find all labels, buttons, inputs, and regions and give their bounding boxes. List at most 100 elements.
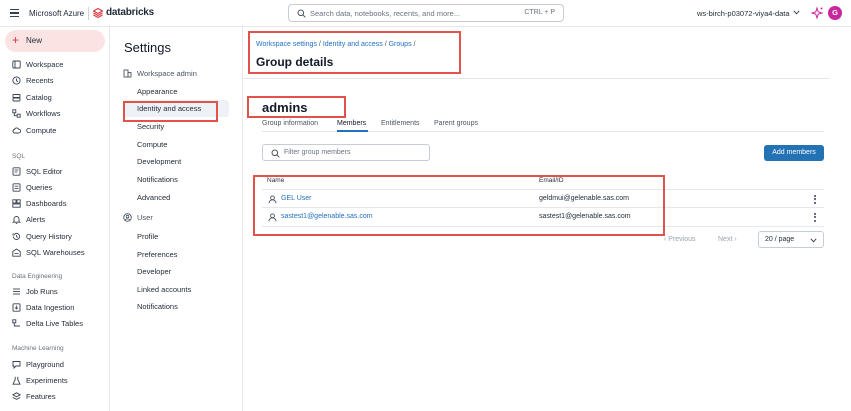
column-header-email[interactable]: Email/ID: [539, 177, 564, 184]
databricks-wordmark[interactable]: databricks: [106, 7, 154, 18]
nav-label: Playground: [26, 359, 64, 369]
tab-members[interactable]: Members: [337, 120, 366, 127]
nav-label: Workspace: [26, 59, 64, 69]
settings-development[interactable]: Development: [137, 157, 181, 166]
nav-label: Experiments: [26, 375, 68, 385]
nav-section-sql: SQL: [12, 153, 26, 160]
settings-linked-accounts[interactable]: Linked accounts: [137, 285, 191, 294]
pipeline-icon: [12, 319, 20, 327]
workspace-switcher[interactable]: ws-birch-p03072-viya4-data: [697, 9, 790, 18]
header-divider: [243, 78, 830, 79]
tab-parent-groups[interactable]: Parent groups: [434, 120, 478, 127]
row-actions-kebab-icon[interactable]: [813, 195, 817, 205]
nav-label: Data Ingestion: [26, 302, 75, 312]
page-size-select[interactable]: 20 / page: [758, 231, 824, 248]
row-actions-kebab-icon[interactable]: [813, 213, 817, 223]
chevron-down-icon[interactable]: [793, 10, 800, 15]
breadcrumb-separator: /: [318, 41, 321, 48]
databricks-logo-icon: [93, 8, 103, 18]
settings-developer[interactable]: Developer: [137, 267, 171, 276]
workflows-icon: [12, 109, 21, 118]
filter-placeholder: Filter group members: [284, 149, 351, 156]
search-placeholder: Search data, notebooks, recents, and mor…: [310, 9, 461, 18]
tab-group-information[interactable]: Group information: [262, 120, 318, 127]
bell-icon: [12, 216, 21, 224]
playground-icon: [12, 361, 21, 369]
pager-previous-label: Previous: [668, 236, 696, 243]
microsoft-azure-label: Microsoft Azure: [29, 9, 85, 18]
nav-label: Dashboards: [26, 198, 67, 208]
tab-entitlements[interactable]: Entitlements: [381, 120, 420, 127]
member-email: sastest1@gelenable.sas.com: [539, 213, 631, 220]
nav-label: SQL Editor: [26, 166, 63, 176]
queries-icon: [12, 183, 21, 192]
pager-next-button[interactable]: Next ›: [718, 236, 737, 243]
job-runs-icon: [13, 288, 20, 295]
column-header-name[interactable]: Name: [267, 177, 284, 184]
plus-icon: +: [12, 33, 20, 47]
settings-security[interactable]: Security: [137, 122, 164, 131]
menu-icon[interactable]: [10, 9, 19, 17]
folder-icon: [12, 60, 21, 69]
pager-previous-button[interactable]: ‹ Previous: [664, 236, 696, 243]
nav-label: Delta Live Tables: [26, 318, 83, 328]
settings-user-notifications[interactable]: Notifications: [137, 302, 178, 311]
settings-title: Settings: [124, 40, 171, 55]
nav-label: Catalog: [26, 92, 52, 102]
workspace-admin-label: Workspace admin: [137, 69, 197, 78]
user-icon: [268, 213, 277, 222]
member-name: GEL User: [281, 195, 312, 202]
settings-identity-and-access[interactable]: Identity and access: [137, 104, 201, 113]
nav-label: Query History: [26, 231, 72, 241]
settings-notifications[interactable]: Notifications: [137, 175, 178, 184]
assistant-sparkle-icon[interactable]: [810, 6, 824, 20]
breadcrumb-separator: /: [413, 41, 416, 48]
sql-editor-icon: [12, 167, 21, 176]
nav-label: SQL Warehouses: [26, 247, 85, 257]
user-avatar[interactable]: G: [828, 6, 842, 20]
nav-label: Workflows: [26, 108, 61, 118]
top-bar: Microsoft Azure databricks Search data, …: [0, 0, 851, 27]
nav-label: Queries: [26, 182, 53, 192]
settings-profile[interactable]: Profile: [137, 232, 158, 241]
active-tab-indicator: [337, 130, 368, 132]
user-label: User: [137, 213, 153, 222]
breadcrumb-identity-and-access[interactable]: Identity and access: [323, 41, 383, 48]
history-icon: [12, 232, 21, 240]
page-title: Group details: [256, 55, 334, 69]
nav-label: Job Runs: [26, 286, 58, 296]
member-email: geldmui@gelenable.sas.com: [539, 195, 629, 202]
search-shortcut: CTRL + P: [524, 9, 555, 16]
left-nav: + New Workspace Recents Catalog Workflow…: [0, 27, 110, 411]
nav-label: Features: [26, 391, 56, 401]
nav-label: Alerts: [26, 214, 46, 224]
divider: [88, 7, 89, 20]
settings-nav: Settings Workspace admin Appearance Iden…: [111, 27, 243, 411]
ingestion-icon: [12, 303, 21, 312]
new-button-label: New: [26, 36, 43, 45]
filter-members-input[interactable]: Filter group members: [262, 144, 430, 161]
global-search-input[interactable]: Search data, notebooks, recents, and mor…: [288, 4, 564, 22]
building-icon: [123, 69, 132, 78]
add-members-button[interactable]: Add members: [764, 145, 824, 161]
dashboards-icon: [12, 199, 21, 208]
chevron-down-icon: [810, 238, 817, 243]
experiments-icon: [12, 376, 21, 385]
settings-preferences[interactable]: Preferences: [137, 250, 177, 259]
catalog-icon: [12, 94, 21, 102]
settings-advanced[interactable]: Advanced: [137, 193, 170, 202]
cloud-icon: [12, 127, 21, 134]
nav-section-data-engineering: Data Engineering: [12, 273, 63, 280]
breadcrumb-groups[interactable]: Groups: [389, 41, 412, 48]
breadcrumb: Workspace settings / Identity and access…: [256, 41, 415, 48]
settings-compute[interactable]: Compute: [137, 140, 167, 149]
new-button[interactable]: + New: [5, 30, 105, 52]
group-name: admins: [262, 100, 308, 115]
warehouse-icon: [12, 248, 21, 257]
table-row-divider: [262, 226, 824, 227]
table-row-divider: [262, 207, 824, 208]
member-name: sastest1@gelenable.sas.com: [281, 213, 373, 220]
breadcrumb-workspace-settings[interactable]: Workspace settings: [256, 41, 317, 48]
user-icon: [268, 195, 277, 204]
settings-appearance[interactable]: Appearance: [137, 87, 177, 96]
